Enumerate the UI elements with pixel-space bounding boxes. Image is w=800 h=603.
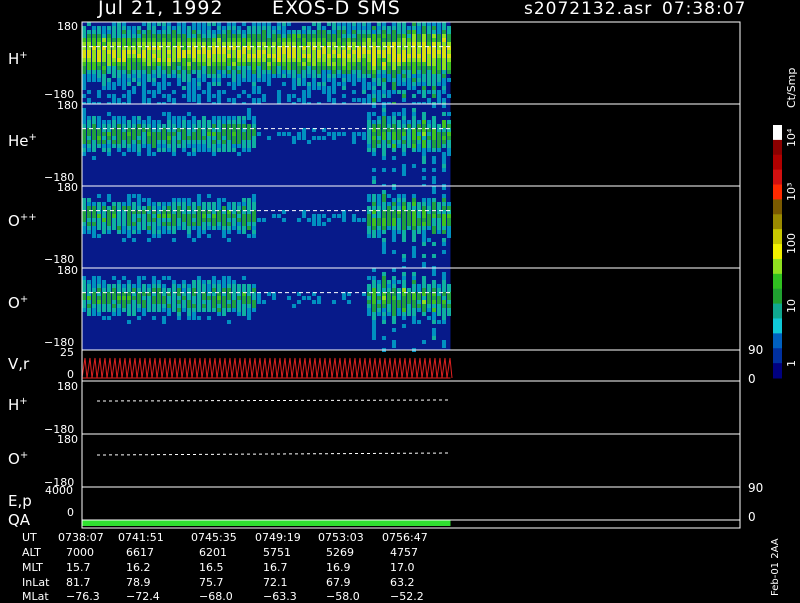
colorbar-segment (773, 154, 782, 171)
tick-he-top: 180 (57, 99, 78, 112)
colorbar-segment (773, 363, 782, 379)
panel-label-h-plus: H+ (8, 50, 28, 68)
table-cell: 0741:51 (118, 531, 164, 544)
table-cell: 5269 (326, 546, 354, 559)
colorbar-segment (773, 333, 782, 349)
table-cell: 16.9 (326, 561, 351, 574)
table-cell: 0749:19 (255, 531, 301, 544)
table-cell: 72.1 (263, 576, 288, 589)
right-tick-vr-top: 90 (748, 343, 764, 357)
table-cell: 81.7 (66, 576, 91, 589)
table-cell: 16.2 (126, 561, 151, 574)
panel-label-o-plus: O+ (8, 294, 29, 312)
tick-ep-top: 4000 (45, 484, 73, 497)
colorbar-segment (773, 273, 782, 290)
spectrogram-plot (81, 21, 782, 529)
colorbar-label-1e4: 10⁴ (785, 128, 798, 147)
right-tick-ep-bottom: 0 (748, 510, 756, 524)
table-cell: 16.7 (263, 561, 288, 574)
colorbar-segment (773, 214, 782, 230)
h-plus-pitch-line (96, 399, 451, 402)
tick-h2-top: 180 (57, 380, 78, 393)
panel-label-o-plus-2: O+ (8, 450, 29, 468)
qa-bar (82, 520, 451, 526)
table-cell: 6617 (126, 546, 154, 559)
table-cell: −76.3 (66, 590, 100, 603)
table-cell: −52.2 (390, 590, 424, 603)
table-row-label: InLat (22, 576, 50, 589)
colorbar-label-10: 10 (785, 299, 798, 313)
colorbar-segment (773, 184, 782, 200)
panel-label-o-plus-plus: O++ (8, 212, 37, 230)
table-cell: 7000 (66, 546, 94, 559)
table-cell: 0745:35 (191, 531, 237, 544)
panel-label-ep: E,p (8, 492, 32, 510)
table-cell: −72.4 (126, 590, 160, 603)
panel-label-qa: QA (8, 511, 31, 529)
table-cell: 67.9 (326, 576, 351, 589)
colorbar-segment (773, 229, 782, 245)
table-row-label: ALT (22, 546, 41, 559)
table-cell: 5751 (263, 546, 291, 559)
table-cell: 75.7 (199, 576, 224, 589)
colorbar-unit: Ct/Smp (785, 67, 798, 108)
table-cell: −63.3 (263, 590, 297, 603)
panel-label-he-plus: He+ (8, 132, 37, 150)
colorbar-label-100: 100 (785, 233, 798, 254)
table-row-label: MLat (22, 590, 49, 603)
tick-o2-top: 180 (57, 433, 78, 446)
colorbar-label-1e3: 10³ (785, 182, 798, 201)
colorbar-segment (773, 244, 782, 260)
table-cell: 6201 (199, 546, 227, 559)
tick-h-top: 180 (57, 20, 78, 33)
table-cell: 17.0 (390, 561, 415, 574)
colorbar-segment (773, 125, 782, 141)
tick-opp-top: 180 (57, 181, 78, 194)
colorbar-label-1: 1 (785, 360, 798, 367)
table-cell: 4757 (390, 546, 418, 559)
table-row-label: UT (22, 531, 37, 544)
colorbar-segment (773, 318, 782, 334)
colorbar-segment (773, 169, 782, 186)
table-cell: 0756:47 (382, 531, 428, 544)
colorbar-segment (773, 139, 782, 156)
table-cell: 0753:03 (318, 531, 364, 544)
panel-label-vr: V,r (8, 355, 30, 373)
table-cell: 0738:07 (58, 531, 104, 544)
colorbar-segment (773, 348, 782, 364)
table-row-label: MLT (22, 561, 43, 574)
colorbar-segment (773, 303, 782, 319)
table-cell: 16.5 (199, 561, 224, 574)
date-stamp: Feb-01 2AA (770, 538, 781, 596)
table-cell: 78.9 (126, 576, 151, 589)
tick-ep-bottom: 0 (67, 506, 74, 519)
table-cell: −58.0 (326, 590, 360, 603)
colorbar-segment (773, 258, 782, 275)
panel-label-h-plus-2: H+ (8, 396, 28, 414)
colorbar-segment (773, 199, 782, 215)
tick-vr-top: 25 (60, 346, 74, 359)
table-cell: 15.7 (66, 561, 91, 574)
tick-op-top: 180 (57, 264, 78, 277)
right-tick-ep-top: 90 (748, 481, 764, 495)
table-cell: 63.2 (390, 576, 415, 589)
table-cell: −68.0 (199, 590, 233, 603)
colorbar-segment (773, 288, 782, 305)
right-tick-vr-bottom: 0 (748, 372, 756, 386)
o-plus-pitch-line (96, 452, 451, 456)
